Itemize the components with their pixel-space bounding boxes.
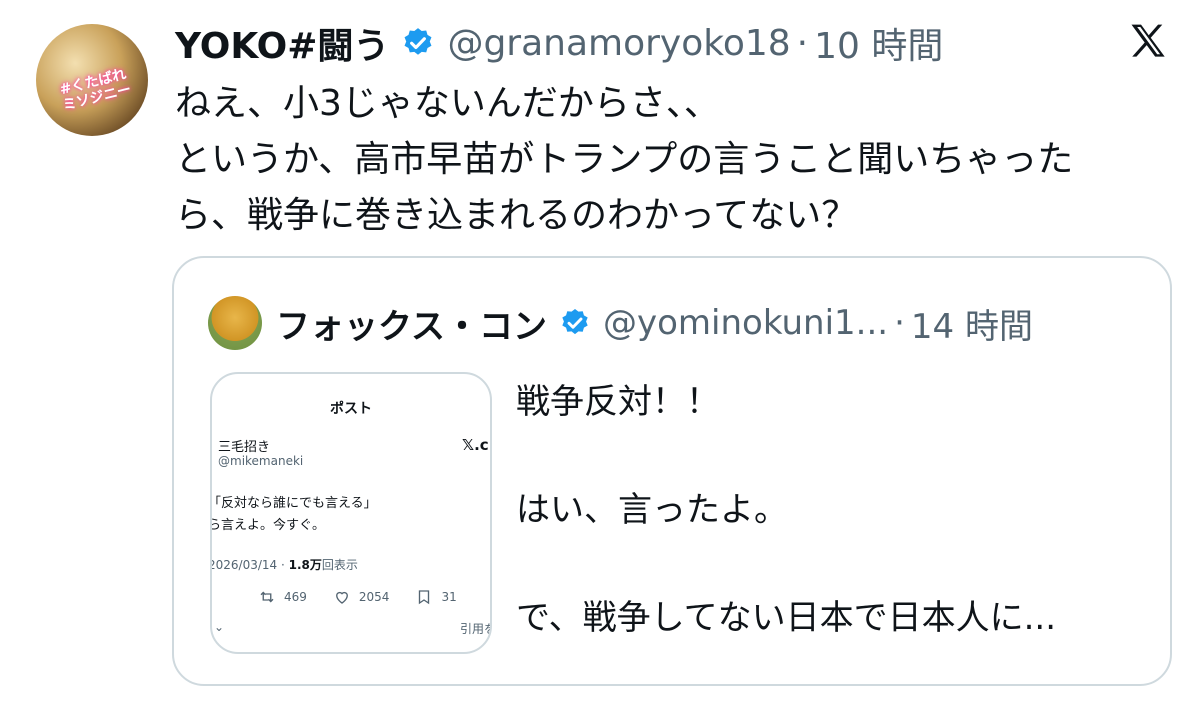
retweet-icon	[260, 591, 274, 603]
media-stats: 469 2054 31	[258, 588, 483, 606]
verified-badge-icon	[404, 28, 432, 55]
quoted-text-line: 戦争反対！！	[516, 382, 720, 422]
media-like-stat: 2054	[333, 588, 390, 606]
quoted-author-handle[interactable]: @yominokuni1...	[603, 303, 888, 343]
media-retweet-stat: 469	[258, 588, 307, 606]
quoted-tweet-timestamp[interactable]: 14 時間	[911, 299, 1033, 348]
media-user-name: 三毛招き	[218, 440, 271, 455]
media-views-count: 1.8万	[288, 558, 322, 572]
media-x-logo-text: 𝕏.c	[462, 436, 489, 454]
author-avatar[interactable]: #くたばれ ミソジニー	[36, 24, 148, 136]
quoted-author-avatar[interactable]	[208, 296, 262, 350]
quoted-author-name[interactable]: フォックス・コン	[276, 299, 547, 348]
avatar-caption: #くたばれ ミソジニー	[47, 64, 142, 117]
tweet-header: YOKO#闘う @granamoryoko18 · 10 時間	[175, 18, 943, 68]
media-user-handle: @mikemaneki	[218, 454, 304, 468]
like-icon	[335, 591, 348, 604]
tweet-text-line: というか、高市早苗がトランプの言うこと聞いちゃった	[175, 139, 1074, 180]
verified-badge-icon	[562, 309, 588, 335]
tweet-text: ねえ、小3じゃないんだからさ、、 というか、高市早苗がトランプの言うこと聞いちゃ…	[175, 76, 1175, 244]
chevron-down-icon: ⌄	[214, 620, 225, 634]
media-date: 2026/03/14 · 1.8万回表示	[210, 556, 358, 573]
like-count: 2054	[358, 590, 390, 604]
media-views-label: 回表示	[321, 558, 358, 572]
media-quote-label: 引用を	[460, 622, 490, 636]
quoted-media-thumbnail[interactable]: ポスト 三毛招き @mikemaneki 𝕏.c 「反対なら誰にでも言える」 ら…	[210, 372, 492, 654]
author-handle[interactable]: @granamoryoko18	[447, 23, 790, 64]
quoted-text-line: はい、言ったよ。	[516, 490, 788, 530]
media-date-text: 2026/03/14 ·	[210, 558, 289, 572]
author-name[interactable]: YOKO#闘う	[175, 17, 389, 69]
tweet-text-line: ら、戦争に巻き込まれるのわかってない？	[175, 195, 858, 236]
quoted-header-separator: ·	[894, 303, 905, 343]
quoted-tweet-card[interactable]: フォックス・コン @yominokuni1... · 14 時間 ポスト 三毛招…	[172, 256, 1172, 686]
media-post-title: ポスト	[330, 401, 372, 417]
x-logo-icon[interactable]	[1126, 20, 1170, 64]
bookmark-count: 31	[441, 590, 457, 604]
media-text-line: 「反対なら誰にでも言える」	[210, 496, 377, 511]
retweet-count: 469	[284, 590, 307, 604]
bookmark-icon	[419, 590, 430, 605]
quoted-tweet-header: フォックス・コン @yominokuni1... · 14 時間	[208, 296, 1033, 350]
tweet-timestamp[interactable]: 10 時間	[814, 17, 943, 69]
header-separator: ·	[796, 22, 809, 64]
media-bookmark-stat: 31	[415, 588, 457, 606]
tweet-text-line: ねえ、小3じゃないんだからさ、、	[175, 83, 720, 124]
media-text-line: ら言えよ。今すぐ。	[210, 518, 326, 533]
quoted-text-line: で、戦争してない日本で日本人に...	[516, 598, 1057, 638]
